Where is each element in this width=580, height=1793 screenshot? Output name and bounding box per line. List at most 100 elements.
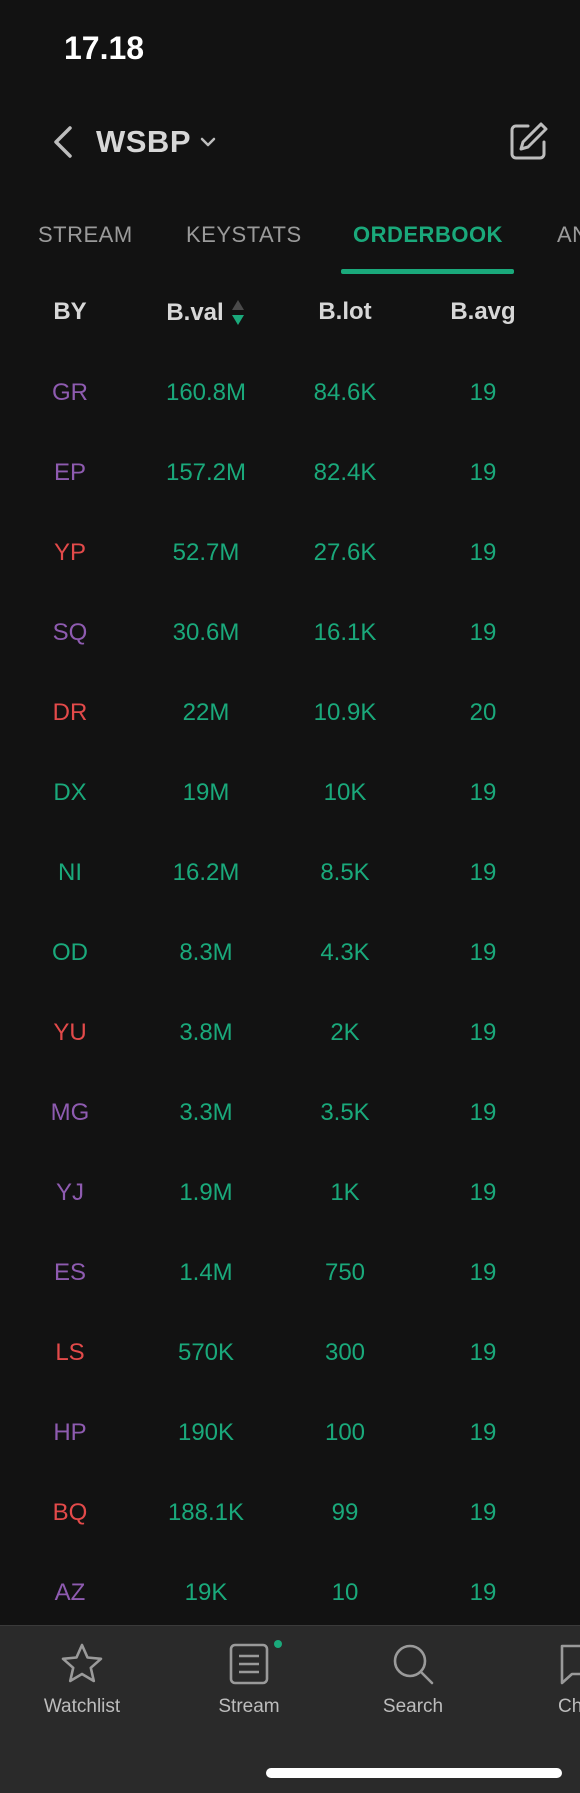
back-arrow-icon[interactable]	[46, 120, 80, 164]
column-label: B.avg	[450, 298, 516, 325]
bid-value: 19K	[184, 1579, 228, 1606]
broker-code: OD	[52, 939, 88, 966]
bid-lot: 10	[331, 1579, 359, 1606]
orderbook-table-body: GR 160.8M 84.6K 19 EP 157.2M 82.4K 19 YP 52.7M 27.…	[0, 355, 580, 1635]
bid-lot: 84.6K	[313, 379, 377, 406]
table-row[interactable]: YJ 1.9M 1K 19	[0, 1155, 580, 1235]
bid-value: 157.2M	[165, 459, 247, 486]
column-header-bavg[interactable]: B.avg	[413, 298, 553, 326]
edit-icon[interactable]	[506, 120, 550, 164]
table-row[interactable]: NI 16.2M 8.5K 19	[0, 835, 580, 915]
bid-average: 19	[469, 779, 497, 806]
tab-keystats[interactable]: KEYSTATS	[186, 222, 302, 248]
bid-average: 19	[469, 1339, 497, 1366]
table-row[interactable]: AZ 19K 10 19	[0, 1555, 580, 1635]
broker-code: MG	[50, 1099, 90, 1126]
bid-lot: 82.4K	[313, 459, 377, 486]
table-row[interactable]: ES 1.4M 750 19	[0, 1235, 580, 1315]
search-icon	[393, 1644, 434, 1685]
bid-value: 160.8M	[165, 379, 247, 406]
notification-dot	[274, 1640, 282, 1648]
table-row[interactable]: SQ 30.6M 16.1K 19	[0, 595, 580, 675]
sort-desc-icon	[231, 300, 244, 325]
column-label: BY	[53, 298, 87, 325]
bid-average: 19	[469, 1419, 497, 1446]
bid-value: 188.1K	[167, 1499, 245, 1526]
table-row[interactable]: OD 8.3M 4.3K 19	[0, 915, 580, 995]
nav-stream[interactable]: Stream	[179, 1640, 319, 1718]
bid-average: 19	[469, 939, 497, 966]
table-row[interactable]: DX 19M 10K 19	[0, 755, 580, 835]
bid-value: 8.3M	[179, 939, 233, 966]
nav-chat[interactable]: Ch	[510, 1640, 580, 1718]
table-row[interactable]: GR 160.8M 84.6K 19	[0, 355, 580, 435]
table-row[interactable]: YU 3.8M 2K 19	[0, 995, 580, 1075]
bid-lot: 750	[324, 1259, 366, 1286]
bid-average: 19	[469, 379, 497, 406]
table-row[interactable]: BQ 188.1K 99 19	[0, 1475, 580, 1555]
bid-average: 19	[469, 619, 497, 646]
table-row[interactable]: DR 22M 10.9K 20	[0, 675, 580, 755]
chat-icon	[560, 1644, 580, 1685]
bid-average: 19	[469, 1179, 497, 1206]
broker-code: EP	[53, 459, 86, 486]
bid-value: 52.7M	[172, 539, 240, 566]
broker-code: ES	[53, 1259, 86, 1286]
bid-average: 19	[469, 1019, 497, 1046]
bid-lot: 8.5K	[320, 859, 370, 886]
bid-lot: 300	[324, 1339, 366, 1366]
bid-value: 1.9M	[179, 1179, 233, 1206]
nav-search[interactable]: Search	[343, 1640, 483, 1718]
broker-code: YJ	[55, 1179, 84, 1206]
bid-average: 19	[469, 1579, 497, 1606]
bid-value: 3.3M	[179, 1099, 233, 1126]
bid-lot: 1K	[330, 1179, 360, 1206]
column-label: B.lot	[318, 298, 372, 325]
home-indicator	[266, 1768, 562, 1778]
table-row[interactable]: YP 52.7M 27.6K 19	[0, 515, 580, 595]
stream-icon	[229, 1643, 269, 1685]
table-row[interactable]: HP 190K 100 19	[0, 1395, 580, 1475]
column-header-blot[interactable]: B.lot	[275, 298, 415, 326]
bid-average: 19	[469, 539, 497, 566]
bid-average: 20	[469, 699, 497, 726]
column-header-by[interactable]: BY	[0, 298, 140, 326]
bid-lot: 10K	[323, 779, 367, 806]
bid-average: 19	[469, 1499, 497, 1526]
bid-lot: 16.1K	[313, 619, 377, 646]
ticker-symbol: WSBP	[96, 124, 191, 159]
table-header: BY B.val B.lot B.avg	[0, 298, 580, 332]
bid-value: 16.2M	[172, 859, 240, 886]
tab-stream[interactable]: STREAM	[38, 222, 133, 248]
header: WSBP	[0, 112, 580, 172]
table-row[interactable]: MG 3.3M 3.5K 19	[0, 1075, 580, 1155]
broker-code: YU	[53, 1019, 87, 1046]
bottom-navigation: Watchlist Stream Search Ch	[0, 1625, 580, 1793]
bid-lot: 4.3K	[320, 939, 370, 966]
tab-analysis[interactable]: AN	[557, 222, 580, 248]
bid-average: 19	[469, 459, 497, 486]
bid-average: 19	[469, 1099, 497, 1126]
broker-code: DX	[53, 779, 87, 806]
broker-code: GR	[52, 379, 88, 406]
tab-orderbook[interactable]: ORDERBOOK	[353, 222, 503, 248]
bid-lot: 2K	[330, 1019, 360, 1046]
nav-label: Stream	[218, 1696, 280, 1717]
table-row[interactable]: EP 157.2M 82.4K 19	[0, 435, 580, 515]
bid-average: 19	[469, 859, 497, 886]
bid-lot: 99	[331, 1499, 359, 1526]
ticker-selector[interactable]: WSBP	[96, 120, 217, 164]
table-row[interactable]: LS 570K 300 19	[0, 1315, 580, 1395]
column-label: B.val	[166, 299, 224, 326]
nav-watchlist[interactable]: Watchlist	[12, 1640, 152, 1718]
broker-code: BQ	[52, 1499, 88, 1526]
nav-label: Ch	[558, 1696, 580, 1717]
column-header-bval[interactable]: B.val	[136, 298, 276, 328]
broker-code: HP	[53, 1419, 87, 1446]
bid-lot: 10.9K	[313, 699, 377, 726]
bid-value: 19M	[182, 779, 230, 806]
nav-label: Watchlist	[43, 1696, 121, 1717]
bid-value: 570K	[177, 1339, 235, 1366]
broker-code: LS	[55, 1339, 85, 1366]
bid-value: 190K	[177, 1419, 235, 1446]
